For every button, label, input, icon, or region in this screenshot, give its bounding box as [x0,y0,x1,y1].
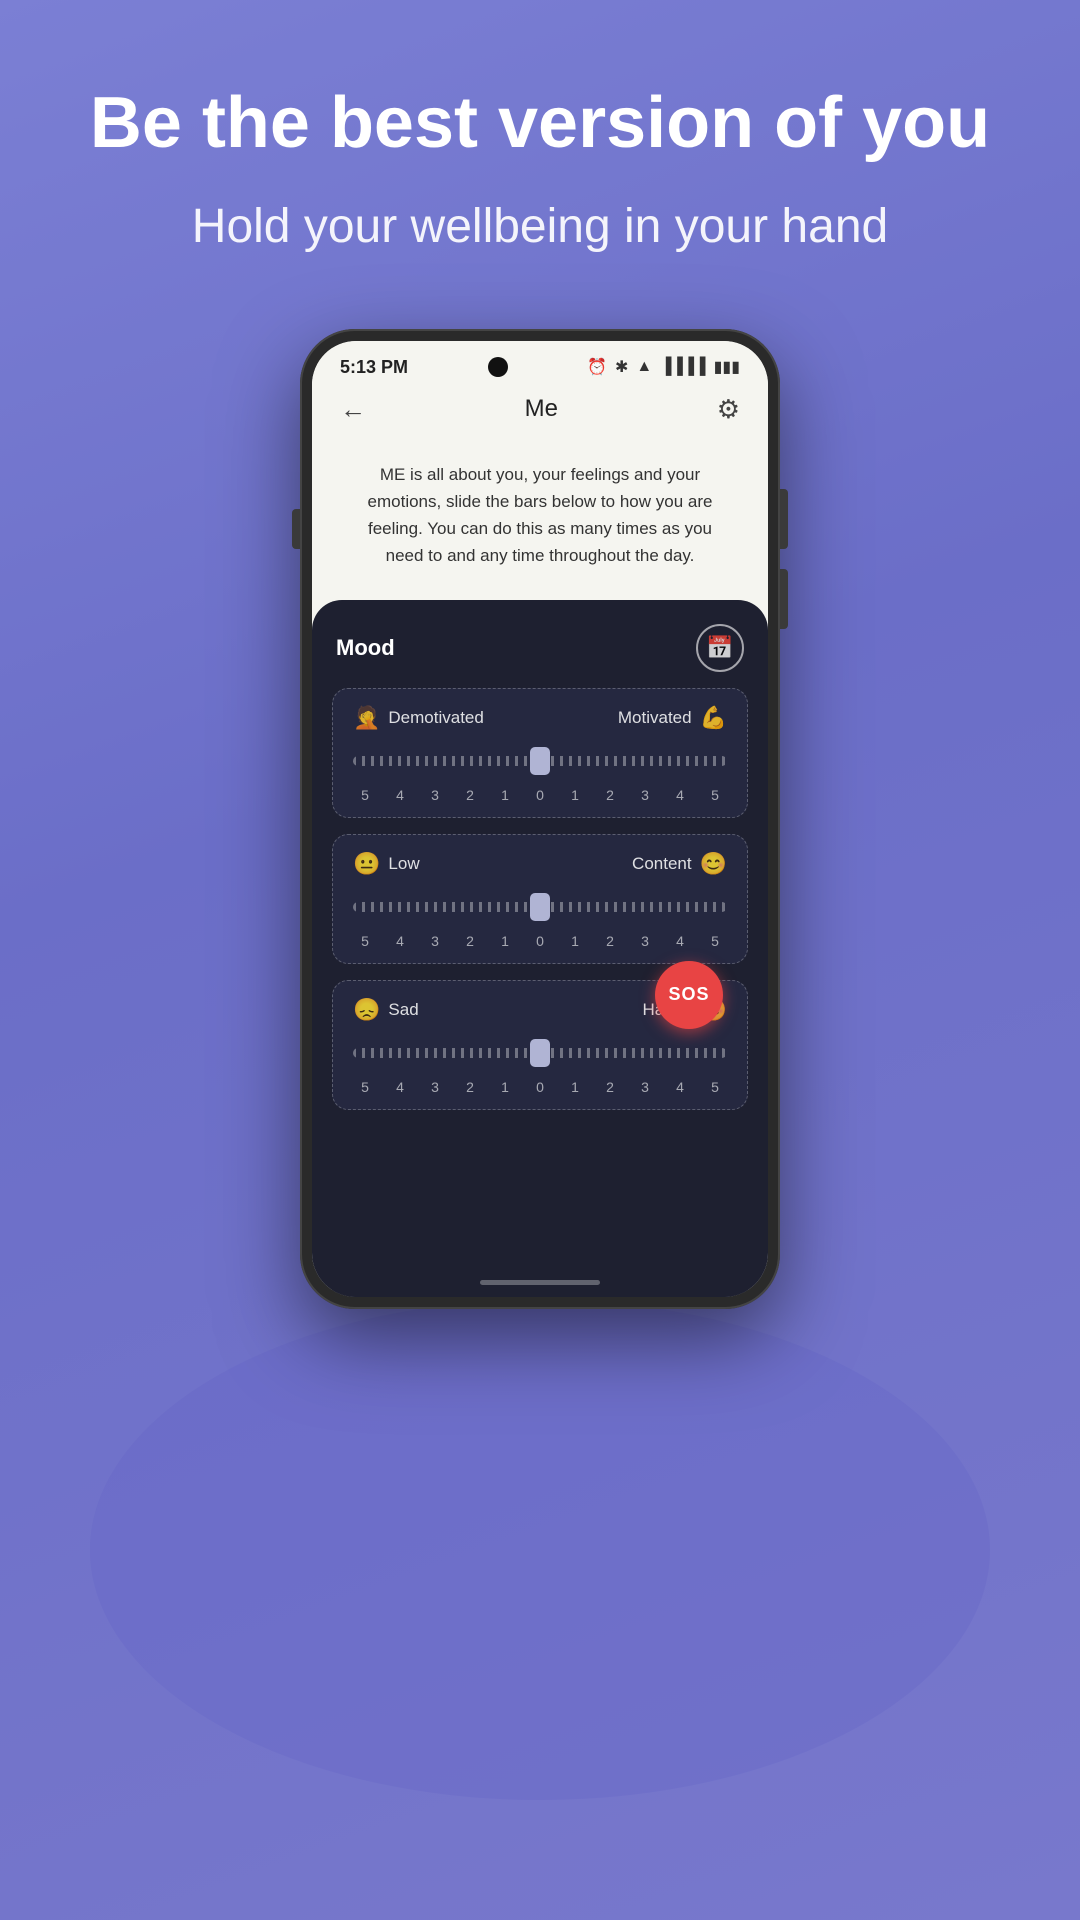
calendar-icon: 📅 [706,635,733,661]
signal-icon: ▐▐▐▐ [660,358,705,376]
slider-card-motivation: 🤦 Demotivated Motivated 💪 [332,688,748,818]
slider-track-bar [353,756,727,766]
slider-card-happy: 😞 Sad Happy 😊 5 [332,980,748,1110]
slider-track-happy[interactable] [353,1035,727,1071]
phone-screen: 5:13 PM ⏰ ✱ ▲ ▐▐▐▐ ▮▮▮ ← Me ⚙ ME is all … [312,341,768,1297]
phone-mockup: 5:13 PM ⏰ ✱ ▲ ▐▐▐▐ ▮▮▮ ← Me ⚙ ME is all … [300,329,780,1309]
calendar-button[interactable]: 📅 [696,624,744,672]
slider-thumb-content[interactable] [530,893,550,921]
slider-labels-content: 😐 Low Content 😊 [353,851,727,877]
slider-numbers-motivation: 5 4 3 2 1 0 1 2 3 4 5 [353,787,727,803]
status-bar: 5:13 PM ⏰ ✱ ▲ ▐▐▐▐ ▮▮▮ [312,341,768,386]
demotivated-icon: 🤦 [353,705,380,731]
slider-right-label-content: Content 😊 [632,851,727,877]
status-time: 5:13 PM [340,357,408,378]
description-text: ME is all about you, your feelings and y… [348,461,732,570]
wifi-icon: ▲ [636,358,652,376]
slider-labels-motivation: 🤦 Demotivated Motivated 💪 [353,705,727,731]
description-box: ME is all about you, your feelings and y… [312,441,768,600]
mood-section: Mood 📅 🤦 Demotivated Motivated [312,600,768,1297]
main-title: Be the best version of you [90,80,990,166]
slider-track-bar [353,1048,727,1058]
page-title: Me [525,395,558,423]
slider-track-bar [353,902,727,912]
slider-track-content[interactable] [353,889,727,925]
background-arc [90,1300,990,1800]
slider-thumb-happy[interactable] [530,1039,550,1067]
phone-outer-frame: 5:13 PM ⏰ ✱ ▲ ▐▐▐▐ ▮▮▮ ← Me ⚙ ME is all … [300,329,780,1309]
slider-thumb-motivation[interactable] [530,747,550,775]
phone-volume-button [292,509,300,549]
slider-left-label-motivation: 🤦 Demotivated [353,705,484,731]
sos-button[interactable]: SOS [655,961,723,1029]
bluetooth-icon: ✱ [615,357,628,377]
motivated-icon: 💪 [700,705,727,731]
mood-header: Mood 📅 [332,624,748,672]
sub-title: Hold your wellbeing in your hand [90,196,990,258]
nav-bar: ← Me ⚙ [312,386,768,441]
status-icons: ⏰ ✱ ▲ ▐▐▐▐ ▮▮▮ [587,357,740,377]
camera-cutout [488,357,508,377]
slider-numbers-happy: 5 4 3 2 1 0 1 2 3 4 5 [353,1079,727,1095]
sos-label: SOS [668,984,709,1005]
sad-icon: 😞 [353,997,380,1023]
settings-button[interactable]: ⚙ [717,394,740,425]
content-icon: 😊 [700,851,727,877]
slider-card-content: 😐 Low Content 😊 5 [332,834,748,964]
low-icon: 😐 [353,851,380,877]
slider-left-label-happy: 😞 Sad [353,997,419,1023]
battery-icon: ▮▮▮ [714,357,740,377]
home-indicator [332,1270,748,1297]
slider-track-motivation[interactable] [353,743,727,779]
slider-numbers-content: 5 4 3 2 1 0 1 2 3 4 5 [353,933,727,949]
slider-right-label-motivation: Motivated 💪 [618,705,727,731]
mood-label: Mood [336,635,395,661]
back-button[interactable]: ← [340,394,366,425]
home-bar [480,1280,600,1285]
header-section: Be the best version of you Hold your wel… [30,0,1050,299]
slider-left-label-content: 😐 Low [353,851,420,877]
alarm-icon: ⏰ [587,357,607,377]
